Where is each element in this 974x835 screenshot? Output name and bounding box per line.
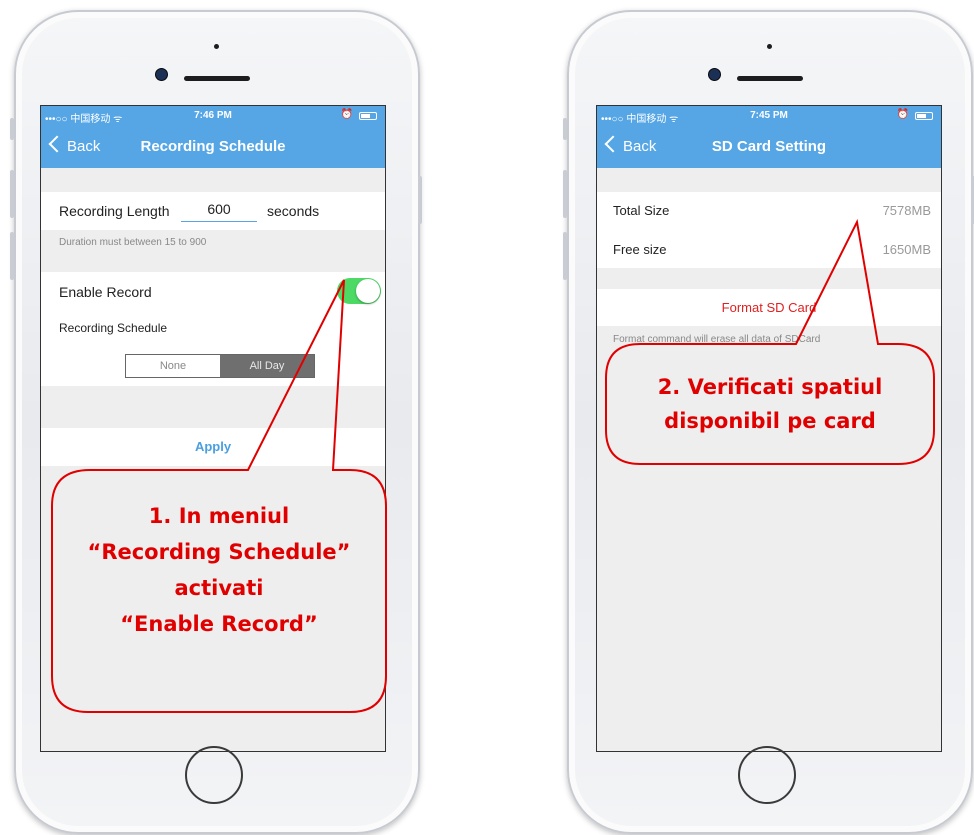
- annotation-line: 2. Verificati spatiul: [657, 375, 883, 399]
- annotation-line: disponibil pe card: [664, 409, 876, 433]
- annotation-line: 1. In meniul: [148, 504, 290, 528]
- annotation-line: “Recording Schedule”: [87, 540, 351, 564]
- annotation-left-text: 1. In meniul “Recording Schedule” activa…: [60, 498, 378, 642]
- callout-bubble-left: [51, 279, 387, 713]
- annotation-line: activati: [174, 576, 264, 600]
- annotation-right-text: 2. Verificati spatiul disponibil pe card: [612, 370, 928, 438]
- annotation-line: “Enable Record”: [120, 612, 318, 636]
